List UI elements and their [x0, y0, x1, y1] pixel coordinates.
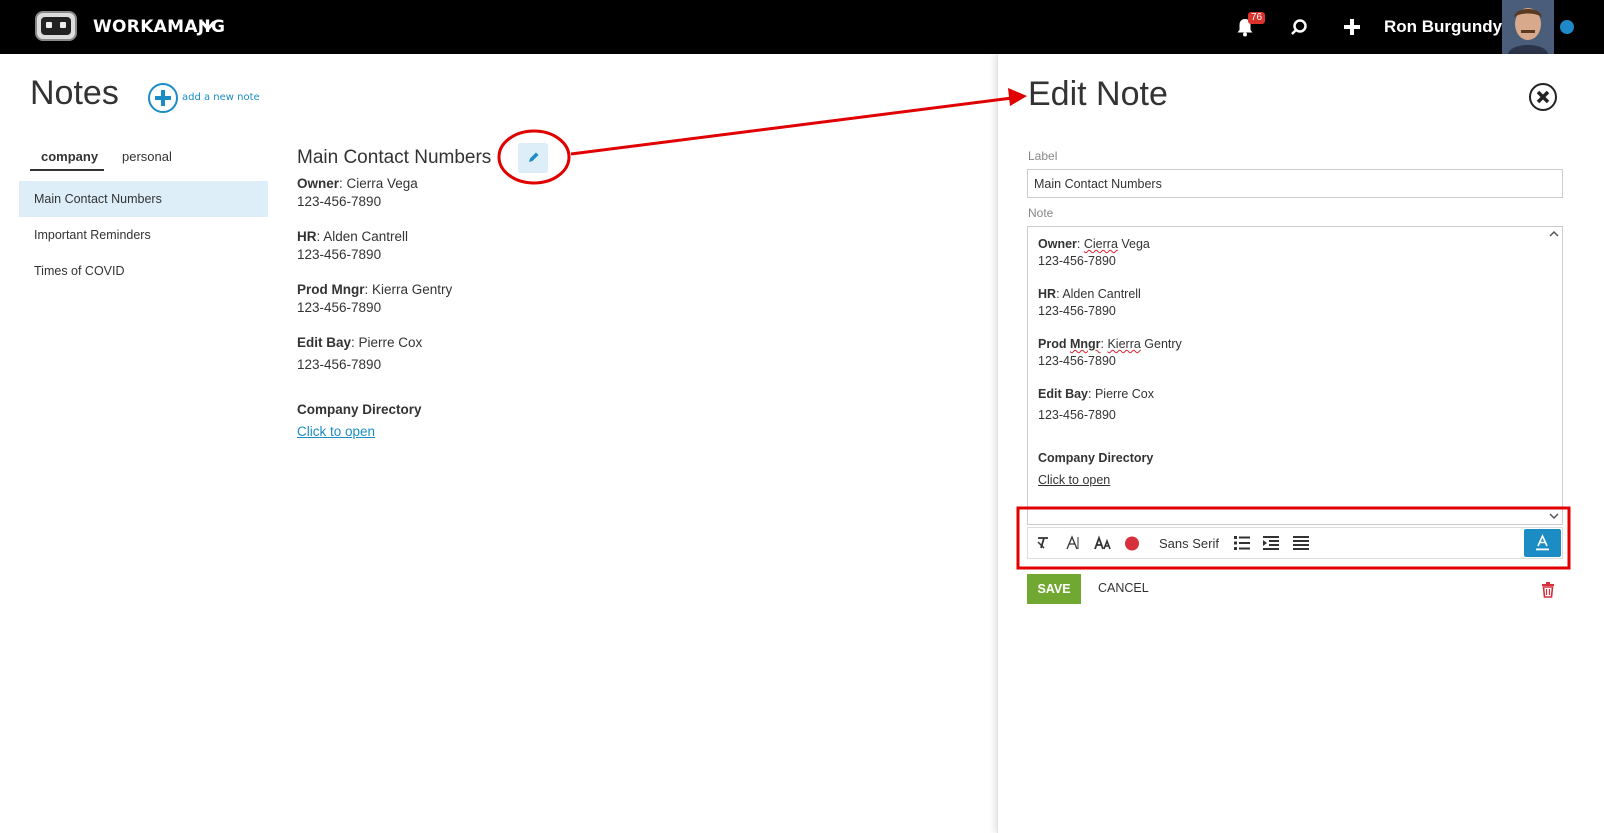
editor-entry-hr: HR: Alden Cantrell: [1038, 287, 1141, 301]
editor-entry-prod-mngr-phone: 123-456-7890: [1038, 354, 1116, 368]
editor-entry-prod-mngr: Prod Mngr: Kierra Gentry: [1038, 337, 1182, 351]
text-format-icon: [1536, 534, 1549, 551]
plus-circle-icon: [155, 90, 171, 106]
edit-note-button[interactable]: [518, 143, 548, 173]
edit-panel-title: Edit Note: [1028, 75, 1168, 113]
clear-format-icon[interactable]: [1035, 535, 1051, 551]
editor-entry-hr-phone: 123-456-7890: [1038, 304, 1116, 318]
editor-directory-label: Company Directory: [1038, 451, 1154, 465]
notes-list-item-times-of-covid[interactable]: Times of COVID: [19, 253, 268, 289]
close-button[interactable]: [1529, 83, 1557, 111]
tab-company[interactable]: company: [41, 149, 98, 164]
notification-badge: 76: [1248, 12, 1266, 24]
note-entry-hr-phone: 123-456-7890: [297, 247, 382, 262]
trash-icon[interactable]: [1540, 581, 1556, 598]
tab-personal[interactable]: personal: [122, 149, 172, 164]
search-icon[interactable]: [1290, 18, 1308, 36]
note-entry-owner-phone: 123-456-7890: [297, 194, 382, 209]
avatar[interactable]: [1502, 0, 1554, 54]
editor-entry-edit-bay-phone: 123-456-7890: [1038, 408, 1116, 422]
save-button[interactable]: SAVE: [1027, 574, 1081, 604]
note-entry-prod-mngr: Prod Mngr: Kierra Gentry: [297, 282, 453, 297]
label-caption: Label: [1028, 149, 1058, 163]
workamajig-logo[interactable]: [35, 10, 77, 42]
bullet-list-icon[interactable]: [1233, 535, 1251, 551]
note-entry-edit-bay: Edit Bay: Pierre Cox: [297, 335, 423, 350]
editor-entry-edit-bay: Edit Bay: Pierre Cox: [1038, 387, 1155, 401]
editor-directory-link[interactable]: Click to open: [1038, 473, 1110, 487]
add-note-button[interactable]: [148, 83, 178, 113]
editor-entry-owner-phone: 123-456-7890: [1038, 254, 1116, 268]
text-color-icon[interactable]: [1124, 535, 1140, 551]
plus-icon[interactable]: [1343, 18, 1361, 36]
active-tab-underline: [30, 169, 104, 171]
add-note-link[interactable]: add a new note: [182, 92, 260, 103]
notes-list-item-important-reminders[interactable]: Important Reminders: [19, 217, 268, 253]
align-justify-icon[interactable]: [1292, 535, 1310, 551]
company-directory-label: Company Directory: [297, 402, 422, 417]
close-icon: [1536, 90, 1550, 104]
pencil-icon: [529, 152, 539, 162]
font-family-select[interactable]: Sans Serif: [1159, 536, 1219, 551]
chevron-down-icon[interactable]: [200, 19, 216, 33]
font-style-icon[interactable]: [1065, 535, 1081, 551]
company-directory-link[interactable]: Click to open: [297, 424, 375, 439]
note-entry-edit-bay-phone: 123-456-7890: [297, 357, 382, 372]
note-entry-prod-mngr-phone: 123-456-7890: [297, 300, 382, 315]
indent-icon[interactable]: [1262, 535, 1280, 551]
note-entry-hr: HR: Alden Cantrell: [297, 229, 409, 244]
note-title: Main Contact Numbers: [297, 147, 492, 168]
top-bar: [0, 0, 1604, 54]
editor-entry-owner: Owner: Cierra Vega: [1038, 237, 1150, 251]
label-input[interactable]: Main Contact Numbers: [1027, 169, 1563, 198]
status-dot: [1560, 20, 1574, 34]
note-entry-owner: Owner: Cierra Vega: [297, 176, 418, 191]
annotation-arrow-line: [570, 96, 1013, 156]
notes-list-item-main-contact-numbers[interactable]: Main Contact Numbers: [19, 181, 268, 217]
font-size-icon[interactable]: [1094, 535, 1112, 551]
scroll-down-icon[interactable]: [1548, 511, 1560, 521]
cancel-button[interactable]: CANCEL: [1098, 581, 1149, 595]
user-name[interactable]: Ron Burgundy: [1384, 17, 1502, 37]
page-title: Notes: [30, 74, 119, 112]
note-caption: Note: [1028, 206, 1054, 220]
scroll-up-icon[interactable]: [1548, 229, 1560, 239]
toolbar-toggle-button[interactable]: [1524, 529, 1561, 557]
